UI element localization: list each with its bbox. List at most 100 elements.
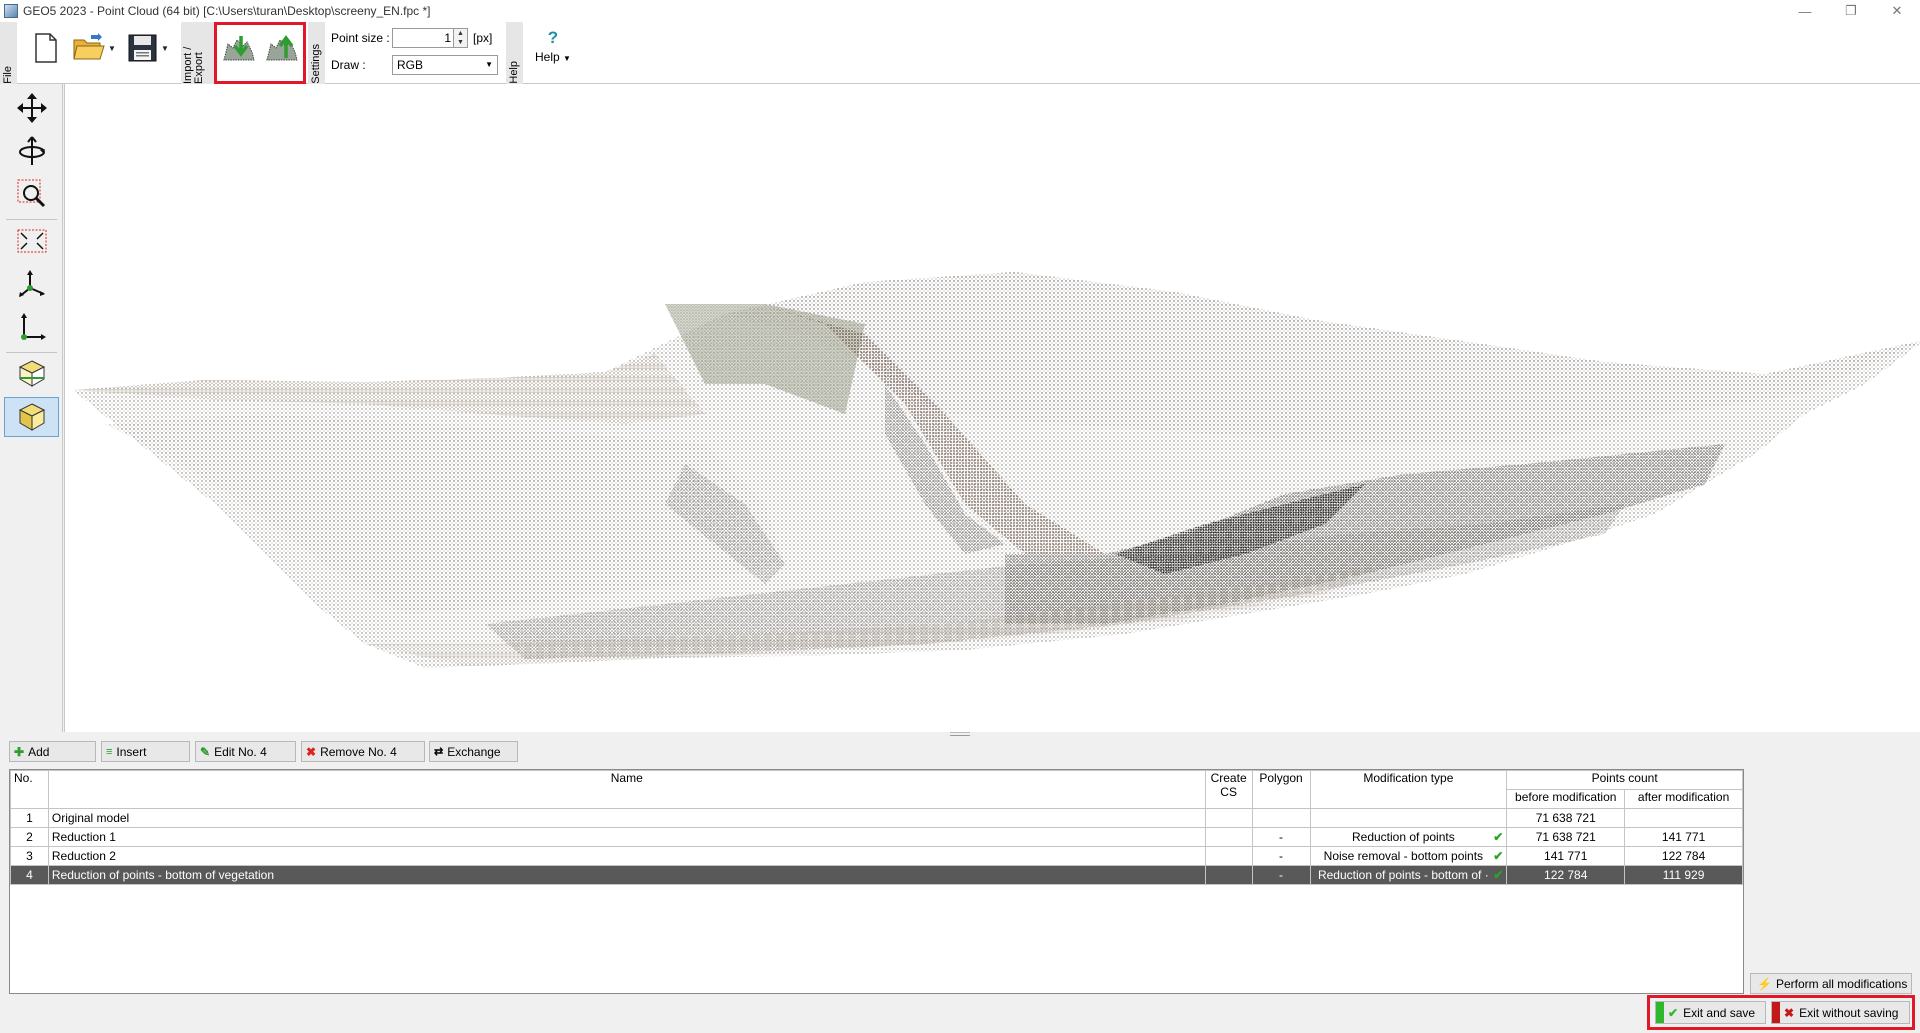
lightning-icon: ⚡	[1757, 976, 1772, 991]
solid-view-button[interactable]	[4, 397, 59, 437]
table-row[interactable]: 2 Reduction 1 - Reduction of points ✔ 71 …	[10, 827, 1743, 847]
view-toolbar	[0, 84, 63, 732]
cell-modification: Reduction of points ✔	[1309, 827, 1508, 847]
wireframe-view-button[interactable]	[4, 354, 59, 394]
rotate-tool-button[interactable]	[4, 131, 59, 171]
draw-label: Draw :	[331, 58, 366, 72]
exit-without-saving-label: Exit without saving	[1799, 1005, 1899, 1020]
open-file-button[interactable]: ▼	[72, 30, 116, 66]
window-title: GEO5 2023 - Point Cloud (64 bit) [C:\Use…	[23, 4, 431, 18]
point-cloud-render[interactable]	[65, 84, 1920, 732]
nosave-status-bar	[1772, 1002, 1780, 1023]
close-button[interactable]: ✕	[1874, 0, 1920, 22]
cell-name: Reduction 2	[47, 846, 1206, 866]
tab-help[interactable]: Help	[506, 22, 523, 84]
tab-settings[interactable]: Settings	[308, 22, 325, 84]
cell-name: Original model	[47, 808, 1206, 828]
cell-name: Reduction of points - bottom of vegetati…	[47, 865, 1206, 885]
zoom-window-button[interactable]	[4, 174, 59, 214]
chevron-down-icon[interactable]: ▼	[161, 44, 169, 53]
modification-label: Reduction of points - bottom of ·	[1317, 868, 1489, 882]
splitter-grip[interactable]	[950, 732, 970, 736]
cell-modification: Noise removal - bottom points ✔	[1309, 846, 1508, 866]
title-bar: GEO5 2023 - Point Cloud (64 bit) [C:\Use…	[0, 0, 1920, 22]
axes-3d-icon	[18, 270, 45, 297]
cell-no: 4	[10, 865, 49, 885]
perform-all-modifications-button[interactable]: ⚡ Perform all modifications	[1750, 973, 1912, 994]
header-no: No.	[10, 770, 49, 809]
cell-no: 1	[10, 808, 49, 828]
minimize-button[interactable]: —	[1782, 0, 1828, 22]
cell-no: 3	[10, 846, 49, 866]
draw-select[interactable]: RGB ▼	[392, 55, 498, 75]
point-cloud-viewport[interactable]	[64, 84, 1920, 732]
exchange-button[interactable]: ⇄ Exchange	[429, 741, 518, 762]
ribbon: File ▼ ▼ Import / Export Settings Point …	[0, 22, 1920, 84]
header-name: Name	[47, 770, 1206, 809]
new-file-icon	[35, 33, 57, 63]
cell-create-cs	[1204, 865, 1253, 885]
insert-button[interactable]: ≡ Insert	[101, 741, 190, 762]
tab-import-export-label: Import / Export	[181, 46, 205, 84]
panel-splitter[interactable]	[0, 732, 1920, 738]
tab-file-label: File	[2, 66, 14, 84]
exchange-button-label: Exchange	[447, 744, 501, 759]
floppy-disk-icon	[128, 34, 157, 62]
window-controls: — ❐ ✕	[1782, 0, 1920, 22]
add-button[interactable]: ✚ Add	[9, 741, 96, 762]
cell-before: 71 638 721	[1506, 827, 1626, 847]
tab-import-export[interactable]: Import / Export	[181, 22, 214, 84]
perform-all-label: Perform all modifications	[1775, 976, 1908, 991]
draw-select-value: RGB	[397, 58, 424, 72]
modification-label: Reduction of points	[1351, 830, 1455, 844]
pan-tool-button[interactable]	[4, 88, 59, 128]
restore-button[interactable]: ❐	[1828, 0, 1874, 22]
check-icon: ✔	[1493, 868, 1504, 882]
header-points-count: Points count	[1506, 770, 1743, 790]
cell-create-cs	[1204, 846, 1253, 866]
insert-button-label: Insert	[116, 744, 147, 759]
zoom-icon	[17, 179, 45, 208]
save-file-button[interactable]: ▼	[127, 30, 169, 66]
pencil-icon: ✎	[200, 744, 211, 759]
header-create-cs-line2: CS	[1220, 785, 1237, 799]
table-row-selected[interactable]: 4 Reduction of points - bottom of vegeta…	[10, 865, 1743, 885]
cell-after: 111 929	[1624, 865, 1743, 885]
close-x-icon: ✖	[1784, 1005, 1795, 1020]
edit-button-label: Edit No. 4	[214, 744, 267, 759]
cell-polygon: -	[1251, 865, 1311, 885]
point-size-input[interactable]	[392, 28, 456, 48]
edit-button[interactable]: ✎ Edit No. 4	[195, 741, 296, 762]
table-row[interactable]: 3 Reduction 2 - Noise removal - bottom p…	[10, 846, 1743, 866]
chevron-down-icon[interactable]: ▼	[108, 44, 116, 53]
cell-before: 141 771	[1506, 846, 1626, 866]
table-row[interactable]: 1 Original model 71 638 721	[10, 808, 1743, 828]
cell-before: 122 784	[1506, 865, 1626, 885]
cell-create-cs	[1204, 827, 1253, 847]
app-icon	[4, 4, 18, 18]
tab-settings-label: Settings	[310, 44, 322, 84]
help-button[interactable]: ? Help ▼	[530, 28, 576, 78]
remove-button[interactable]: ✖ Remove No. 4	[301, 741, 425, 762]
exit-and-save-button[interactable]: ✔ Exit and save	[1655, 1001, 1766, 1024]
tab-file[interactable]: File	[0, 22, 17, 84]
remove-x-icon: ✖	[306, 744, 317, 759]
cell-polygon: -	[1251, 827, 1311, 847]
cell-polygon: -	[1251, 846, 1311, 866]
cell-modification	[1309, 808, 1508, 828]
axonometric-view-button[interactable]	[4, 264, 59, 304]
help-label: Help	[535, 50, 560, 64]
exit-without-saving-button[interactable]: ✖ Exit without saving	[1771, 1001, 1910, 1024]
point-size-stepper[interactable]: ▲ ▼	[453, 28, 468, 48]
modifications-table: No. Name Create CS Polygon Modification …	[9, 769, 1744, 994]
new-file-button[interactable]	[33, 30, 59, 66]
point-size-label: Point size :	[331, 31, 390, 45]
cell-after: 141 771	[1624, 827, 1743, 847]
cell-before: 71 638 721	[1506, 808, 1626, 828]
plan-view-button[interactable]	[4, 307, 59, 347]
zoom-extents-button[interactable]	[4, 221, 59, 261]
add-button-label: Add	[28, 744, 50, 759]
save-status-bar	[1656, 1002, 1664, 1023]
modifications-grid: No. Name Create CS Polygon Modification …	[10, 770, 1743, 885]
rotate-icon	[18, 136, 45, 165]
